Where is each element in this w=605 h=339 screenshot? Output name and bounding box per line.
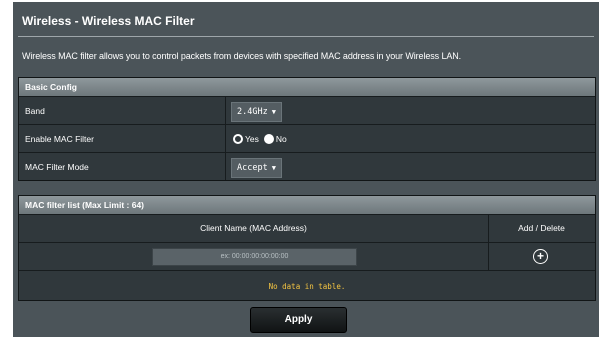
mac-input-row: ex: 00:00:00:00:00:00 + bbox=[19, 242, 595, 270]
column-divider bbox=[488, 243, 489, 270]
enable-mac-filter-row: Enable MAC Filter Yes No bbox=[19, 124, 595, 152]
radio-no-label[interactable]: No bbox=[276, 134, 287, 144]
basic-config-section: Basic Config Band 2.4GHz ▼ Enable MAC Fil… bbox=[18, 77, 596, 181]
mac-filter-mode-select[interactable]: Accept ▼ bbox=[231, 158, 282, 178]
caret-down-icon: ▼ bbox=[271, 164, 276, 172]
add-delete-column: Add / Delete bbox=[518, 223, 565, 233]
caret-down-icon: ▼ bbox=[271, 108, 276, 116]
add-icon[interactable]: + bbox=[533, 249, 548, 264]
mac-filter-panel: Wireless - Wireless MAC Filter Wireless … bbox=[13, 2, 599, 337]
radio-yes[interactable] bbox=[233, 134, 243, 144]
row-divider bbox=[225, 97, 226, 124]
band-select[interactable]: 2.4GHz ▼ bbox=[231, 102, 282, 122]
radio-yes-label[interactable]: Yes bbox=[245, 134, 259, 144]
band-value: 2.4GHz bbox=[237, 107, 268, 117]
enable-mac-filter-radio-group: Yes No bbox=[233, 134, 292, 144]
empty-table-message: No data in table. bbox=[268, 282, 346, 291]
mac-filter-list-section: MAC filter list (Max Limit : 64) Client … bbox=[18, 195, 596, 301]
page-description: Wireless MAC filter allows you to contro… bbox=[22, 51, 462, 61]
basic-config-header: Basic Config bbox=[19, 78, 595, 96]
row-divider bbox=[225, 153, 226, 180]
client-name-column: Client Name (MAC Address) bbox=[200, 223, 307, 233]
page-title: Wireless - Wireless MAC Filter bbox=[22, 14, 195, 28]
mac-filter-list-header: MAC filter list (Max Limit : 64) bbox=[19, 196, 595, 214]
mac-address-input[interactable]: ex: 00:00:00:00:00:00 bbox=[152, 248, 357, 266]
band-label: Band bbox=[25, 106, 45, 116]
title-divider bbox=[18, 36, 594, 37]
enable-mac-filter-label: Enable MAC Filter bbox=[25, 134, 94, 144]
mac-filter-mode-row: MAC Filter Mode Accept ▼ bbox=[19, 152, 595, 180]
radio-no[interactable] bbox=[263, 134, 274, 144]
mac-filter-mode-label: MAC Filter Mode bbox=[25, 162, 89, 172]
mac-filter-mode-value: Accept bbox=[237, 163, 268, 173]
apply-button[interactable]: Apply bbox=[250, 307, 347, 333]
mac-list-column-header: Client Name (MAC Address) Add / Delete bbox=[19, 214, 595, 242]
band-row: Band 2.4GHz ▼ bbox=[19, 96, 595, 124]
empty-table-row: No data in table. bbox=[19, 270, 595, 300]
row-divider bbox=[225, 125, 226, 152]
